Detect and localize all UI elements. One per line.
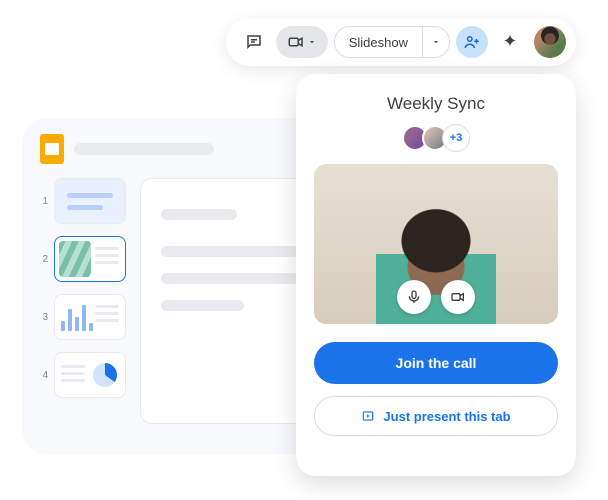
toggle-mic-button[interactable] <box>397 280 431 314</box>
canvas-text-skeleton <box>161 209 237 220</box>
slide-thumb-row: 3 <box>40 294 126 340</box>
present-icon <box>361 409 375 423</box>
slides-editor: 1 2 3 4 <box>22 118 338 454</box>
thumb-text-skeleton <box>95 305 119 322</box>
share-button[interactable] <box>456 26 488 58</box>
slide-number: 4 <box>40 370 48 381</box>
participants-row: +3 <box>402 124 470 152</box>
canvas-text-skeleton <box>161 300 244 311</box>
meet-join-card: Weekly Sync +3 Join the call Just presen… <box>296 74 576 476</box>
camera-icon <box>450 289 466 305</box>
join-call-button[interactable]: Join the call <box>314 342 558 384</box>
slide-number: 2 <box>40 254 48 265</box>
slideshow-button[interactable]: Slideshow <box>335 27 423 57</box>
thumb-text-skeleton <box>61 365 85 382</box>
present-tab-button[interactable]: Just present this tab <box>314 396 558 436</box>
slideshow-split-button: Slideshow <box>334 26 450 58</box>
camera-preview <box>314 164 558 324</box>
caret-down-icon <box>431 37 441 47</box>
caret-down-icon <box>307 37 317 47</box>
meeting-title: Weekly Sync <box>387 94 485 114</box>
toggle-camera-button[interactable] <box>441 280 475 314</box>
slide-number: 1 <box>40 196 48 207</box>
gemini-button[interactable] <box>494 26 526 58</box>
thumb-text-skeleton <box>95 247 119 264</box>
preview-controls <box>397 280 475 314</box>
doc-title-placeholder[interactable] <box>74 143 214 155</box>
slide-thumb-row: 1 <box>40 178 126 224</box>
comments-button[interactable] <box>238 26 270 58</box>
slideshow-more-button[interactable] <box>423 27 449 57</box>
account-avatar[interactable] <box>534 26 566 58</box>
slide-thumbnail-strip: 1 2 3 4 <box>40 178 126 424</box>
slide-thumb-row: 4 <box>40 352 126 398</box>
present-tab-label: Just present this tab <box>383 409 510 424</box>
comment-icon <box>245 33 263 51</box>
sparkle-icon <box>501 33 519 51</box>
thumb-bar-chart-icon <box>61 305 93 331</box>
app-toolbar: Slideshow <box>226 18 576 66</box>
slides-logo-icon <box>40 134 64 164</box>
thumb-pie-chart-icon <box>93 363 117 387</box>
canvas-text-skeleton <box>161 246 299 257</box>
slide-thumbnail-4[interactable] <box>54 352 126 398</box>
slide-thumb-row: 2 <box>40 236 126 282</box>
slide-thumbnail-1[interactable] <box>54 178 126 224</box>
thumb-image-icon <box>59 241 91 277</box>
camera-icon <box>287 33 305 51</box>
editor-header <box>40 134 320 164</box>
slide-thumbnail-3[interactable] <box>54 294 126 340</box>
person-add-icon <box>463 33 481 51</box>
participants-overflow-badge[interactable]: +3 <box>442 124 470 152</box>
slide-number: 3 <box>40 312 48 323</box>
mic-icon <box>406 289 422 305</box>
slide-thumbnail-2[interactable] <box>54 236 126 282</box>
meet-camera-button[interactable] <box>276 26 328 58</box>
canvas-text-skeleton <box>161 273 299 284</box>
slide-canvas[interactable] <box>140 178 320 424</box>
